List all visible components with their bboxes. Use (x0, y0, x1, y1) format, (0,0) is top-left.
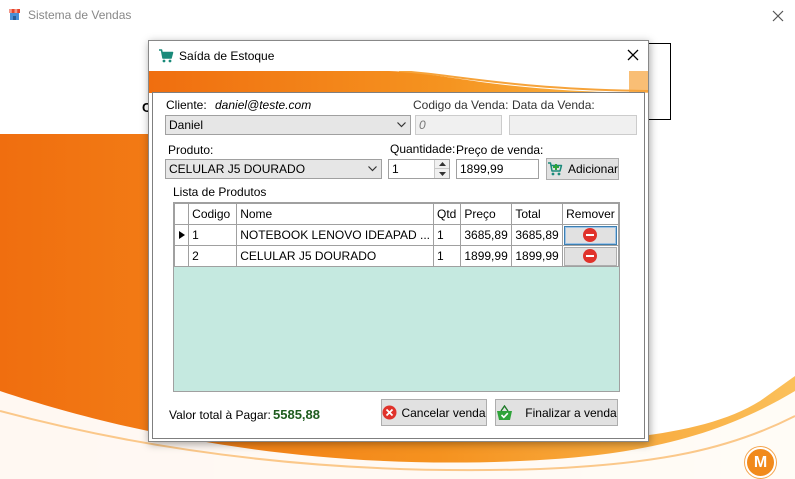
codigo-venda-label: Codigo da Venda: (413, 98, 509, 112)
caret-down-icon (438, 171, 446, 176)
window-close-button[interactable] (761, 0, 795, 31)
cell-remover (561, 245, 620, 267)
column-header-codigo[interactable]: Codigo (188, 203, 238, 225)
table-row[interactable]: 1 NOTEBOOK LENOVO IDEAPAD ... 1 3685,89 … (173, 224, 620, 246)
cliente-value: Daniel (169, 118, 204, 132)
column-header-total[interactable]: Total (511, 203, 563, 225)
adicionar-label: Adicionar (567, 162, 618, 176)
column-header-nome[interactable]: Nome (236, 203, 435, 225)
cliente-combobox[interactable]: Daniel (165, 115, 411, 135)
chevron-down-icon (364, 160, 381, 178)
valor-total-value: 5585,88 (273, 407, 320, 422)
produtos-table: Codigo Nome Qtd Preço Total Remover 1 NO… (173, 203, 620, 267)
brand-logo: M (745, 447, 776, 478)
lista-produtos-label: Lista de Produtos (173, 185, 267, 199)
cart-add-icon (547, 162, 563, 176)
valor-total-label: Valor total à Pagar: (169, 408, 271, 422)
column-header-preco[interactable]: Preço (460, 203, 513, 225)
cell-total[interactable]: 3685,89 (511, 224, 563, 246)
dialog-panel: Cliente: daniel@teste.com Codigo da Vend… (152, 92, 645, 439)
cell-codigo[interactable]: 2 (188, 245, 238, 267)
remove-item-button[interactable] (563, 246, 617, 266)
codigo-venda-field[interactable]: 0 (415, 115, 502, 135)
column-header-qtd[interactable]: Qtd (433, 203, 462, 225)
grid-header-row: Codigo Nome Qtd Preço Total Remover (173, 203, 620, 225)
main-titlebar: Sistema de Vendas (0, 0, 795, 31)
cell-total[interactable]: 1899,99 (511, 245, 563, 267)
dialog-title: Saída de Estoque (179, 49, 275, 63)
data-venda-field[interactable] (509, 115, 637, 135)
row-header[interactable] (173, 224, 190, 246)
produtos-grid[interactable]: Codigo Nome Qtd Preço Total Remover 1 NO… (173, 202, 620, 392)
dialog-close-button[interactable] (618, 41, 648, 69)
adicionar-button[interactable]: Adicionar (546, 158, 619, 180)
remove-item-button[interactable] (563, 225, 617, 245)
row-pointer-icon (178, 231, 185, 239)
cell-remover (561, 224, 620, 246)
spin-up-button[interactable] (435, 160, 449, 169)
produto-combobox[interactable]: CELULAR J5 DOURADO (165, 159, 382, 179)
cliente-email: daniel@teste.com (215, 98, 312, 112)
cart-icon (158, 48, 174, 64)
chevron-down-icon (393, 116, 410, 134)
cell-nome[interactable]: NOTEBOOK LENOVO IDEAPAD ... (236, 224, 435, 246)
cell-nome[interactable]: CELULAR J5 DOURADO (236, 245, 435, 267)
cliente-label: Cliente: (166, 98, 207, 112)
quantidade-value: 1 (392, 162, 399, 176)
cell-preco[interactable]: 1899,99 (460, 245, 513, 267)
cancelar-venda-button[interactable]: Cancelar venda (381, 399, 487, 426)
cancelar-venda-label: Cancelar venda (401, 405, 486, 420)
preco-value: 1899,99 (460, 162, 504, 176)
data-venda-label: Data da Venda: (512, 98, 595, 112)
close-icon (627, 49, 639, 61)
basket-check-icon (497, 404, 513, 420)
spinner-buttons (434, 160, 449, 178)
quantidade-label: Quantidade: (390, 142, 456, 156)
quantidade-spinner[interactable]: 1 (388, 159, 450, 179)
cell-preco[interactable]: 3685,89 (460, 224, 513, 246)
saida-estoque-dialog: Saída de Estoque Cliente: daniel@teste.c… (148, 40, 649, 442)
cell-codigo[interactable]: 1 (188, 224, 238, 246)
window-title: Sistema de Vendas (28, 8, 132, 22)
row-header[interactable] (173, 245, 190, 267)
codigo-venda-value: 0 (419, 118, 426, 132)
preco-label: Preço de venda: (456, 143, 544, 157)
column-header-remover[interactable]: Remover (561, 203, 620, 225)
remove-icon (583, 228, 598, 242)
row-header-corner (173, 203, 190, 225)
dialog-titlebar: Saída de Estoque (149, 41, 648, 71)
finalizar-venda-label: Finalizar a venda (525, 405, 617, 420)
dialog-orange-stripe (149, 71, 648, 93)
finalizar-venda-button[interactable]: Finalizar a venda (495, 399, 618, 426)
produto-value: CELULAR J5 DOURADO (169, 162, 306, 176)
produto-label: Produto: (168, 143, 214, 157)
preco-input[interactable]: 1899,99 (456, 159, 539, 179)
table-row[interactable]: 2 CELULAR J5 DOURADO 1 1899,99 1899,99 (173, 245, 620, 267)
caret-up-icon (438, 162, 446, 166)
close-icon (772, 10, 784, 21)
cancel-icon (382, 405, 397, 420)
cell-qtd[interactable]: 1 (433, 224, 462, 246)
remove-icon (583, 249, 598, 263)
store-icon (8, 8, 21, 21)
spin-down-button[interactable] (435, 169, 449, 178)
cell-qtd[interactable]: 1 (433, 245, 462, 267)
